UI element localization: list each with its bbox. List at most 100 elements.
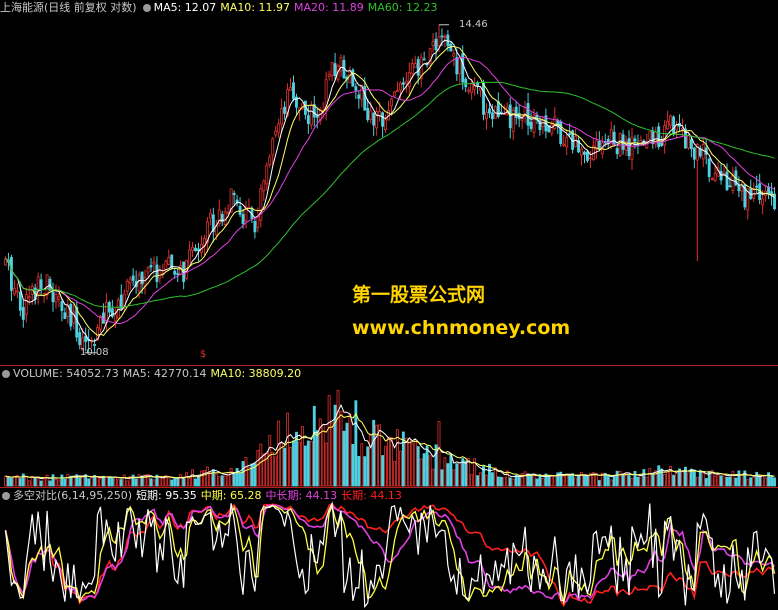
candle-body	[54, 293, 58, 303]
volume-bar	[541, 477, 545, 487]
indicator-header: 多空对比(6,14,95,250) 短期: 95.35 中期: 65.28 中长期: …	[0, 489, 406, 503]
volume-bar	[211, 469, 215, 487]
volume-bar	[381, 455, 385, 487]
volume-bar	[262, 453, 266, 487]
candle-body	[277, 123, 281, 133]
candle-body	[378, 111, 382, 116]
volume-bar	[422, 453, 426, 487]
candle-body	[384, 119, 387, 131]
volume-bar	[9, 477, 13, 487]
candle-body	[568, 133, 572, 135]
candle-body	[559, 121, 563, 144]
volume-bar	[238, 472, 242, 487]
volume-bar	[300, 426, 304, 487]
volume-bar	[517, 476, 521, 487]
watermark-title: 第一股票公式网	[352, 284, 486, 306]
volume-bar	[532, 474, 536, 487]
volume-bar	[719, 475, 723, 487]
volume-bar	[692, 469, 696, 487]
volume-bar	[523, 471, 527, 487]
volume-bar	[39, 480, 43, 487]
volume-bar	[663, 474, 667, 487]
candle-body	[327, 73, 331, 77]
candle-body	[4, 258, 7, 266]
volume-bar	[476, 475, 480, 487]
candle-body	[416, 59, 420, 76]
volume-bar	[734, 477, 738, 487]
candle-body	[586, 151, 589, 161]
volume-bar	[268, 435, 272, 487]
candle-body	[330, 62, 334, 77]
volume-bar	[330, 422, 334, 487]
indicator-mid: 中期: 65.28	[200, 489, 262, 502]
volume-bar	[116, 479, 120, 487]
volume-bar	[286, 412, 290, 487]
volume-bar	[125, 480, 129, 487]
low-price-label: 10.08	[80, 347, 109, 358]
indicator-panel	[4, 501, 776, 609]
candle-body	[657, 126, 661, 148]
volume-bar	[681, 471, 684, 487]
volume-bar	[502, 477, 506, 487]
volume-bar	[553, 475, 557, 487]
volume-bar	[464, 460, 468, 487]
short-line	[4, 501, 776, 609]
candle-body	[57, 296, 61, 300]
candle-body	[639, 139, 643, 144]
volume-bar	[654, 470, 658, 487]
volume-bar	[348, 413, 352, 487]
volume-bar	[606, 475, 610, 487]
volume-bar	[360, 443, 364, 487]
volume-bar	[704, 477, 708, 487]
candle-body	[24, 294, 28, 315]
volume-bar	[586, 475, 589, 487]
volume-bar	[746, 479, 750, 487]
candle-body	[390, 98, 393, 107]
candle-body	[78, 332, 82, 345]
high-price-label: 14.46	[459, 19, 488, 30]
settings-dot-icon[interactable]	[2, 370, 10, 378]
volume-bar	[458, 462, 462, 487]
candle-body	[740, 186, 744, 192]
volume-bar	[259, 443, 263, 487]
volume-bar	[731, 471, 735, 487]
candle-body	[413, 63, 417, 69]
settings-dot-icon[interactable]	[2, 492, 10, 500]
candle-body	[773, 193, 776, 210]
volume-bar	[722, 473, 726, 487]
candle-body	[404, 80, 408, 84]
candle-body	[630, 136, 634, 160]
volume-bar	[289, 447, 292, 487]
candle-body	[574, 136, 578, 148]
volume-bar	[378, 424, 382, 487]
volume-bar	[758, 475, 762, 487]
volume-bar	[372, 419, 376, 487]
volume-bar	[695, 476, 699, 487]
volume-bar	[357, 455, 361, 487]
volume-bar	[737, 470, 741, 487]
candle-body	[553, 116, 557, 130]
volume-bar	[324, 442, 328, 487]
candle-body	[692, 147, 696, 160]
candle-body	[755, 185, 759, 188]
volume-bar	[283, 447, 287, 487]
price-ma60: MA60: 12.23	[367, 1, 438, 14]
volume-bar	[686, 472, 690, 487]
candle-body	[761, 198, 765, 206]
volume-bar	[488, 463, 491, 487]
volume-bar	[99, 478, 102, 487]
candle-body	[612, 131, 616, 145]
candle-body	[443, 36, 447, 38]
volume-bar	[636, 476, 640, 487]
volume-bar	[309, 441, 313, 487]
volume-bar	[384, 446, 387, 487]
candle-body	[669, 115, 673, 126]
candle-body	[309, 105, 313, 126]
volume-bar	[639, 475, 643, 487]
volume-bar	[57, 479, 61, 487]
settings-dot-icon[interactable]	[142, 4, 151, 12]
volume-bar	[470, 474, 474, 487]
candle-body	[265, 165, 269, 185]
price-title: 上海能源(日线 前复权 对数)	[0, 1, 137, 14]
watermark-url: www.chnmoney.com	[352, 317, 571, 339]
